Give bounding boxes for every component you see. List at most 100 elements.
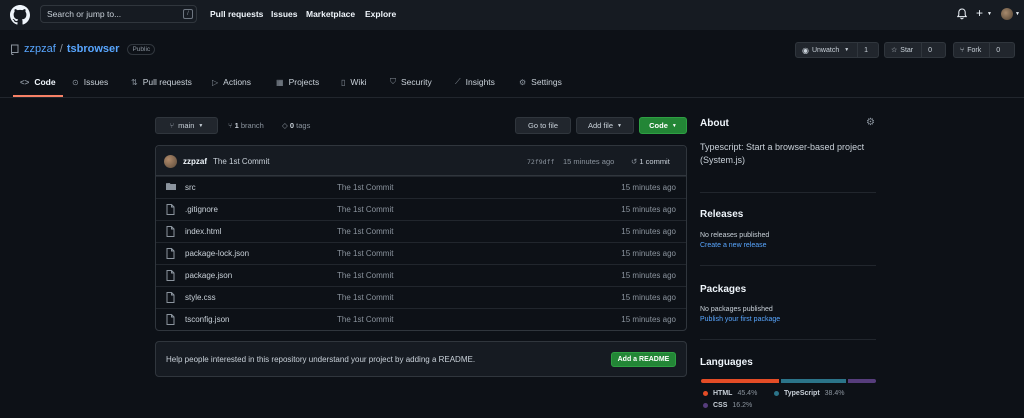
tab-wiki[interactable]: ▯ Wiki (341, 77, 366, 87)
code-button[interactable]: Code ▼ (639, 117, 687, 134)
file-commit-message-link[interactable]: The 1st Commit (337, 227, 393, 236)
commit-sha-link[interactable]: 72f9dff (527, 158, 554, 166)
star-count[interactable]: 0 (922, 47, 938, 54)
add-readme-button[interactable]: Add a README (611, 352, 676, 367)
chevron-down-icon: ▼ (987, 11, 992, 17)
tab-code[interactable]: <> Code (20, 77, 56, 87)
tag-count-link[interactable]: ◇ 0 tags (282, 121, 310, 130)
fork-count[interactable]: 0 (990, 47, 1006, 54)
star-icon: ☆ (891, 47, 898, 54)
file-commit-message-link[interactable]: The 1st Commit (337, 183, 393, 192)
language-bar-segment (780, 379, 847, 383)
project-icon: ▦ (276, 77, 284, 87)
divider (700, 339, 876, 340)
file-row[interactable]: src The 1st Commit 15 minutes ago (156, 176, 686, 198)
gear-icon: ⚙ (519, 77, 527, 87)
star-button[interactable]: ☆ Star 0 (884, 42, 946, 58)
branch-select-button[interactable]: ⑂ main ▼ (155, 117, 218, 134)
visibility-badge: Public (127, 43, 156, 55)
language-percent: 45.4% (737, 390, 758, 397)
nav-issues[interactable]: Issues (271, 9, 297, 19)
tab-label: Code (34, 77, 56, 87)
file-commit-message-link[interactable]: The 1st Commit (337, 205, 393, 214)
file-commit-message-link[interactable]: The 1st Commit (337, 315, 393, 324)
file-row[interactable]: index.html The 1st Commit 15 minutes ago (156, 220, 686, 242)
repo-icon (11, 44, 19, 55)
file-name-link[interactable]: style.css (185, 293, 216, 302)
folder-icon (166, 182, 176, 193)
add-file-button[interactable]: Add file ▼ (576, 117, 634, 134)
file-row[interactable]: package-lock.json The 1st Commit 15 minute… (156, 242, 686, 264)
language-bar-segment (701, 379, 779, 383)
chevron-down-icon: ▼ (671, 122, 677, 129)
readme-prompt: Help people interested in this repositor… (155, 341, 687, 377)
tag-word: tags (296, 121, 311, 130)
tab-pull-requests[interactable]: ⇅ Pull requests (131, 77, 192, 87)
file-commit-message-link[interactable]: The 1st Commit (337, 293, 393, 302)
tab-projects[interactable]: ▦ Projects (276, 77, 319, 87)
tab-settings[interactable]: ⚙ Settings (519, 77, 562, 87)
packages-heading[interactable]: Packages (700, 284, 746, 295)
search-input[interactable]: Search or jump to... / (40, 5, 197, 23)
go-to-file-button[interactable]: Go to file (515, 117, 571, 134)
branch-count-link[interactable]: ⑂ 1 branch (228, 121, 264, 130)
gear-icon[interactable]: ⚙ (866, 117, 875, 128)
language-css[interactable]: CSS 16.2% (703, 402, 752, 409)
nav-pull-requests[interactable]: Pull requests (210, 9, 263, 19)
tab-insights[interactable]: ⟋ Insights (455, 77, 495, 87)
tab-actions[interactable]: ▷ Actions (212, 77, 251, 87)
publish-package-link[interactable]: Publish your first package (700, 316, 780, 323)
file-name-link[interactable]: index.html (185, 227, 221, 236)
nav-marketplace[interactable]: Marketplace (306, 9, 355, 19)
book-icon: ▯ (341, 77, 346, 87)
github-logo-icon[interactable] (10, 5, 30, 25)
branch-count: 1 (234, 121, 239, 130)
language-percent: 16.2% (732, 402, 753, 409)
avatar[interactable] (1001, 8, 1013, 20)
avatar[interactable] (164, 155, 177, 168)
releases-heading[interactable]: Releases (700, 209, 743, 220)
bell-icon[interactable] (957, 8, 967, 20)
language-percent: 38.4% (824, 390, 845, 397)
create-release-link[interactable]: Create a new release (700, 242, 767, 249)
language-html[interactable]: HTML 45.4% (703, 390, 757, 397)
file-name-link[interactable]: tsconfig.json (185, 315, 229, 324)
file-row[interactable]: tsconfig.json The 1st Commit 15 minutes ag… (156, 308, 686, 330)
repo-tabs: <> Code ⊙ Issues ⇅ Pull requests ▷ Actio… (0, 68, 1024, 98)
file-commit-time: 15 minutes ago (621, 315, 676, 324)
active-tab-indicator (13, 95, 63, 97)
commit-message-link[interactable]: The 1st Commit (213, 157, 269, 166)
unwatch-label-wrap: ◉ Unwatch ▼ (796, 43, 859, 57)
tab-issues[interactable]: ⊙ Issues (72, 77, 108, 87)
star-label-wrap: ☆ Star (885, 43, 923, 57)
file-commit-time: 15 minutes ago (621, 183, 676, 192)
file-name-link[interactable]: src (185, 183, 196, 192)
file-commit-message-link[interactable]: The 1st Commit (337, 271, 393, 280)
watch-count[interactable]: 1 (858, 47, 874, 54)
nav-explore[interactable]: Explore (365, 9, 396, 19)
unwatch-label: Unwatch (811, 46, 840, 54)
repo-owner-link[interactable]: zzpzaf (24, 43, 56, 55)
latest-commit-bar: zzpzaf The 1st Commit 72f9dff 15 minutes… (156, 146, 686, 176)
fork-button[interactable]: ⑂ Fork 0 (953, 42, 1015, 58)
file-name-link[interactable]: package.json (185, 271, 232, 280)
plus-icon[interactable]: + (976, 6, 983, 20)
repo-name-link[interactable]: tsbrowser (67, 43, 120, 55)
shield-icon: ⛉ (390, 77, 396, 86)
file-row[interactable]: package.json The 1st Commit 15 minutes ago (156, 264, 686, 286)
file-commit-message-link[interactable]: The 1st Commit (337, 249, 393, 258)
language-typescript[interactable]: TypeScript 38.4% (774, 390, 845, 397)
file-row[interactable]: .gitignore The 1st Commit 15 minutes ago (156, 198, 686, 220)
commit-count-link[interactable]: ↺ 1 commit (631, 157, 670, 166)
file-row[interactable]: style.css The 1st Commit 15 minutes ago (156, 286, 686, 308)
file-name-link[interactable]: .gitignore (185, 205, 218, 214)
play-icon: ▷ (212, 77, 219, 87)
top-header: Search or jump to... / Pull requests Iss… (0, 0, 1024, 30)
unwatch-button[interactable]: ◉ Unwatch ▼ 1 (795, 42, 879, 58)
commit-author-link[interactable]: zzpzaf (183, 157, 207, 166)
commit-count-label: 1 commit (639, 157, 670, 166)
breadcrumb-separator: / (59, 43, 63, 55)
file-name-link[interactable]: package-lock.json (185, 249, 249, 258)
tab-security[interactable]: ⛉ Security (390, 77, 432, 87)
branch-word: branch (240, 121, 264, 130)
